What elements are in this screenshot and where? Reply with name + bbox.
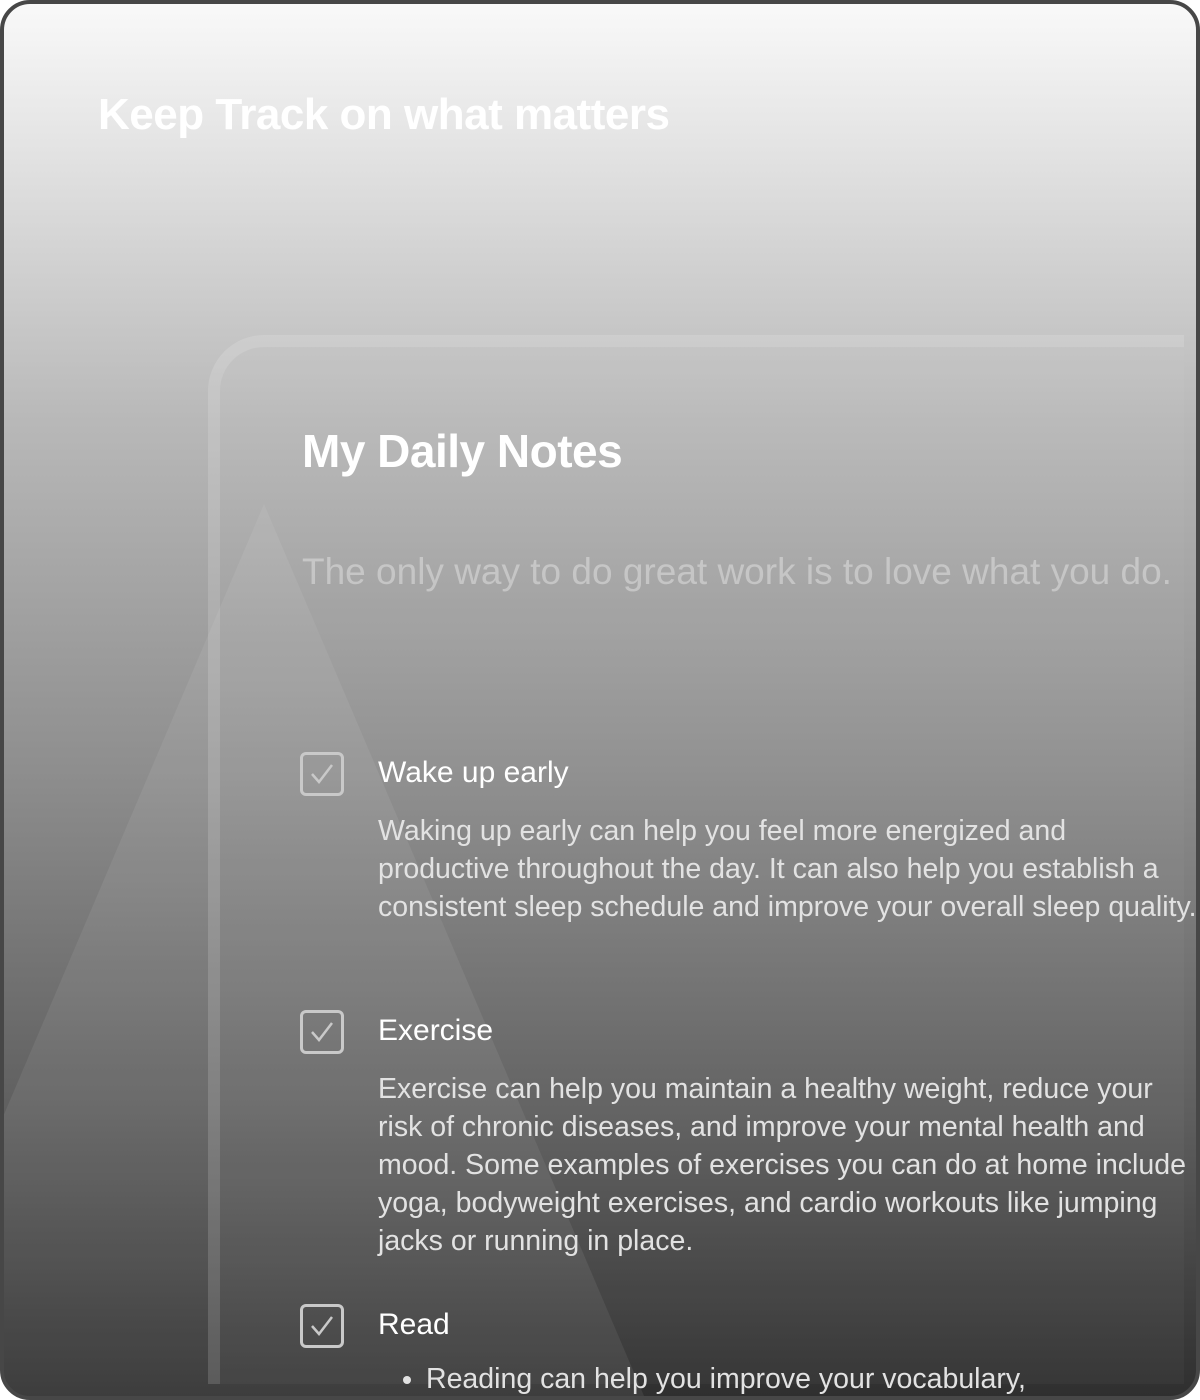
- checkbox[interactable]: [300, 1304, 344, 1348]
- todo-description: Exercise can help you maintain a healthy…: [378, 1073, 1186, 1257]
- todo-label: Read: [378, 1308, 450, 1341]
- todo-label: Exercise: [378, 1014, 494, 1047]
- check-icon: [311, 1316, 333, 1336]
- check-icon: [311, 1022, 333, 1042]
- notes-title: My Daily Notes: [302, 425, 623, 477]
- hero-title: Keep Track on what matters: [98, 90, 670, 139]
- app-window: Keep Track on what matters My Daily Note…: [0, 0, 1200, 1400]
- todo-description: Waking up early can help you feel more e…: [378, 815, 1197, 923]
- todo-description: Reading can help you improve your vocabu…: [378, 1360, 1158, 1396]
- checkbox[interactable]: [300, 1010, 344, 1054]
- todo-label: Wake up early: [378, 756, 569, 789]
- quote: The only way to do great work is to love…: [302, 551, 1172, 592]
- checkbox[interactable]: [300, 752, 344, 796]
- check-icon: [311, 764, 333, 784]
- bullet-item: Reading can help you improve your vocabu…: [426, 1360, 1158, 1396]
